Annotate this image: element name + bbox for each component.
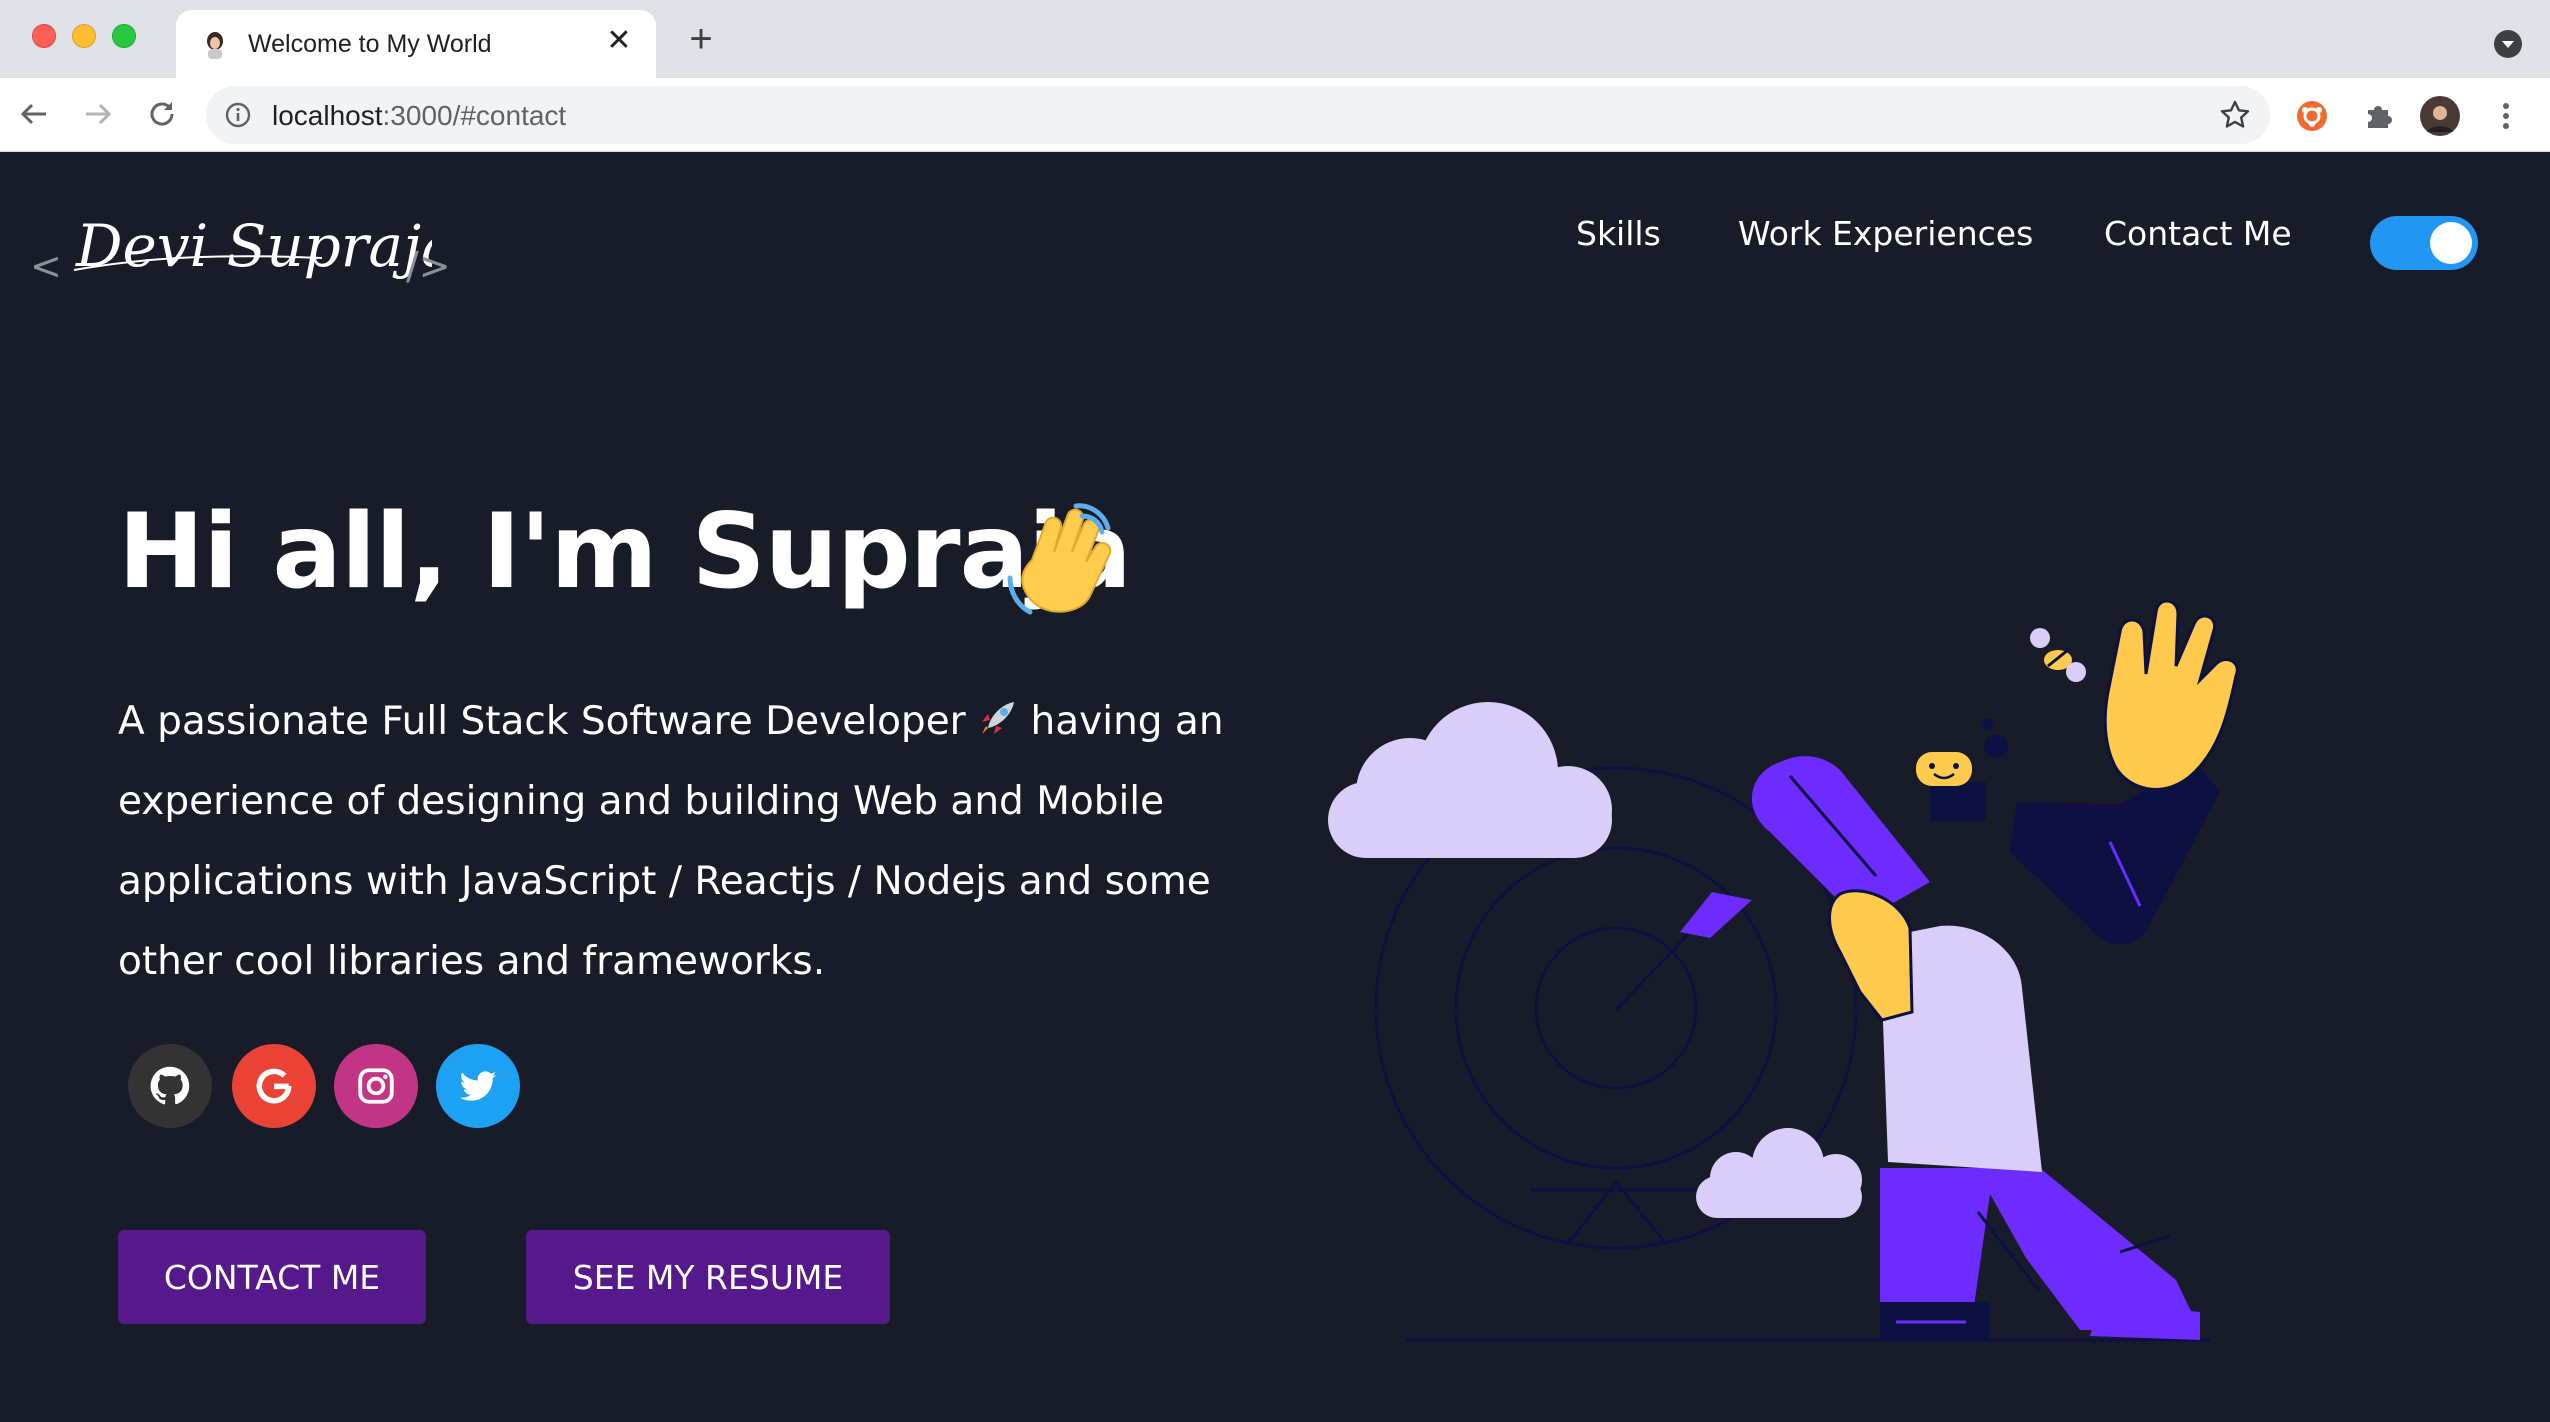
cloud-large	[1328, 702, 1612, 858]
toggle-knob	[2430, 222, 2472, 264]
reload-button[interactable]	[140, 92, 184, 136]
browser-tab-bar: Welcome to My World ✕ +	[0, 0, 2550, 78]
twitter-link[interactable]	[436, 1044, 520, 1128]
hero-illustration	[1328, 599, 2239, 1342]
hero-greeting: Hi all, I'm Supraja	[118, 492, 1132, 612]
address-bar[interactable]: localhost:3000/#contact	[206, 86, 2270, 144]
forward-button[interactable]	[76, 92, 120, 136]
github-link[interactable]	[128, 1044, 212, 1128]
url-host: localhost	[272, 100, 383, 131]
profile-avatar[interactable]	[2420, 96, 2460, 136]
info-icon[interactable]	[224, 101, 252, 129]
browser-menu-button[interactable]	[2486, 96, 2526, 136]
arrow-left-icon	[20, 103, 46, 125]
favicon-icon	[207, 32, 223, 59]
arrow-right-icon	[86, 103, 112, 125]
contact-me-button[interactable]: CONTACT ME	[118, 1230, 426, 1324]
nav-work-experiences-link[interactable]: Work Experiences	[1738, 214, 2033, 253]
github-icon	[150, 1066, 190, 1105]
see-my-resume-button[interactable]: SEE MY RESUME	[526, 1230, 890, 1324]
cloud-small	[1696, 1128, 1862, 1218]
avatar-icon	[2420, 96, 2460, 136]
minimize-window-button[interactable]	[72, 24, 96, 48]
google-link[interactable]	[232, 1044, 316, 1128]
instagram-icon	[358, 1068, 394, 1104]
rocket-icon	[982, 702, 1015, 734]
url-path: :3000/#contact	[382, 100, 567, 131]
bookmark-star-icon[interactable]	[2218, 98, 2252, 132]
extension-icon[interactable]	[2292, 96, 2332, 136]
tab-close-icon[interactable]: ✕	[602, 24, 636, 58]
waving-hand-icon	[1007, 503, 1112, 615]
tab-search-icon[interactable]	[2494, 30, 2522, 58]
dart-icon	[1680, 892, 1752, 938]
logo-open-bracket: <	[30, 244, 62, 288]
tab-title: Welcome to My World	[248, 30, 492, 58]
reload-icon	[150, 102, 174, 126]
url-text: localhost:3000/#contact	[272, 100, 566, 132]
puzzle-icon	[2368, 106, 2392, 128]
intro-text-start: A passionate Full Stack Software Develop…	[118, 699, 966, 744]
logo-signature: Devi Supraja	[73, 212, 432, 280]
bee-icon	[2030, 628, 2086, 682]
nav-contact-me-link[interactable]: Contact Me	[2104, 214, 2292, 253]
close-window-button[interactable]	[32, 24, 56, 48]
kebab-menu-icon	[2503, 103, 2509, 129]
twitter-icon	[459, 1071, 497, 1101]
ubuntu-extension-icon	[2297, 101, 2327, 131]
site-logo[interactable]: < Devi Supraja />	[28, 192, 468, 292]
hero-intro: A passionate Full Stack Software Develop…	[118, 682, 1268, 1002]
browser-toolbar: localhost:3000/#contact	[0, 78, 2550, 152]
browser-tab-active[interactable]: Welcome to My World ✕	[176, 10, 656, 78]
logo-close-bracket: />	[406, 244, 451, 288]
instagram-link[interactable]	[334, 1044, 418, 1128]
portfolio-page: < Devi Supraja /> Skills Work Experience…	[0, 152, 2550, 1422]
nav-skills-link[interactable]: Skills	[1576, 214, 1661, 253]
extensions-puzzle-button[interactable]	[2358, 96, 2398, 136]
theme-toggle[interactable]	[2370, 216, 2478, 270]
google-icon	[256, 1068, 292, 1104]
back-button[interactable]	[12, 92, 56, 136]
maximize-window-button[interactable]	[112, 24, 136, 48]
new-tab-button[interactable]: +	[682, 19, 720, 59]
logo-name-text: Devi Supraja	[75, 212, 432, 280]
